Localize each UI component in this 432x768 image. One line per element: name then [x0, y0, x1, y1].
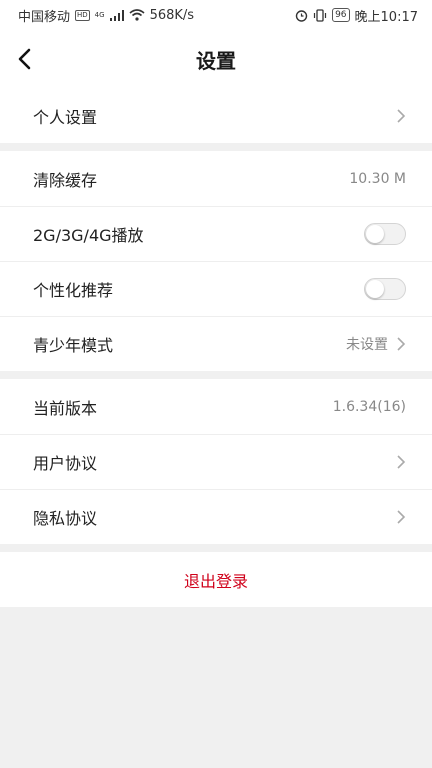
row-label: 个人设置 — [33, 107, 98, 127]
row-label: 当前版本 — [33, 398, 98, 418]
mobile-playback-toggle[interactable] — [364, 222, 406, 245]
vibrate-icon — [313, 8, 327, 22]
settings-group-3: 当前版本 1.6.34(16) 用户协议 隐私协议 — [0, 379, 432, 544]
row-mobile-data-playback: 2G/3G/4G播放 — [0, 206, 432, 261]
signal-bars-icon — [109, 9, 124, 21]
group-gap — [0, 143, 432, 151]
row-personal-settings[interactable]: 个人设置 — [0, 88, 432, 143]
chevron-right-icon — [397, 108, 406, 123]
logout-label: 退出登录 — [183, 571, 248, 591]
row-user-agreement[interactable]: 用户协议 — [0, 434, 432, 489]
battery-icon: 96 — [332, 8, 350, 22]
chevron-right-icon — [397, 509, 406, 524]
row-label: 个性化推荐 — [33, 280, 114, 300]
chevron-right-icon — [397, 336, 406, 351]
logout-button[interactable]: 退出登录 — [0, 552, 432, 607]
cache-size-value: 10.30 M — [349, 170, 406, 187]
carrier-label: 中国移动 — [18, 9, 71, 25]
row-label: 用户协议 — [33, 453, 98, 473]
row-label: 2G/3G/4G播放 — [33, 225, 144, 245]
row-label: 青少年模式 — [33, 335, 114, 355]
teen-mode-status: 未设置 — [346, 336, 388, 353]
settings-group-2: 清除缓存 10.30 M 2G/3G/4G播放 个性化推荐 青少年模式 未设置 — [0, 151, 432, 371]
row-clear-cache[interactable]: 清除缓存 10.30 M — [0, 151, 432, 206]
status-bar-right: 96 晚上10:17 — [295, 6, 418, 25]
status-bar: 中国移动 HD 4G 568K/s 96 晚上10:17 — [0, 0, 432, 30]
wifi-icon — [129, 9, 145, 21]
chevron-left-icon — [18, 48, 31, 70]
version-value: 1.6.34(16) — [332, 398, 406, 415]
personalized-recommendation-toggle[interactable] — [364, 277, 406, 300]
alarm-icon — [295, 9, 308, 22]
hd-badge: HD — [75, 9, 90, 21]
network-speed: 568K/s — [149, 7, 195, 23]
row-current-version: 当前版本 1.6.34(16) — [0, 379, 432, 434]
toggle-knob — [366, 224, 384, 243]
row-personalized-recommendation: 个性化推荐 — [0, 261, 432, 316]
nav-bar: 设置 — [0, 30, 432, 88]
back-button[interactable] — [4, 39, 44, 79]
signal-type-label: 4G — [94, 11, 105, 19]
chevron-right-icon — [397, 454, 406, 469]
row-teen-mode[interactable]: 青少年模式 未设置 — [0, 316, 432, 371]
clock: 晚上10:17 — [354, 9, 418, 25]
group-gap — [0, 544, 432, 552]
row-privacy-agreement[interactable]: 隐私协议 — [0, 489, 432, 544]
row-label: 清除缓存 — [33, 170, 98, 190]
settings-group-1: 个人设置 — [0, 88, 432, 143]
toggle-knob — [366, 279, 384, 298]
page-title: 设置 — [196, 48, 236, 73]
row-label: 隐私协议 — [33, 508, 98, 528]
status-bar-left: 中国移动 HD 4G 568K/s — [18, 6, 194, 25]
group-gap — [0, 371, 432, 379]
